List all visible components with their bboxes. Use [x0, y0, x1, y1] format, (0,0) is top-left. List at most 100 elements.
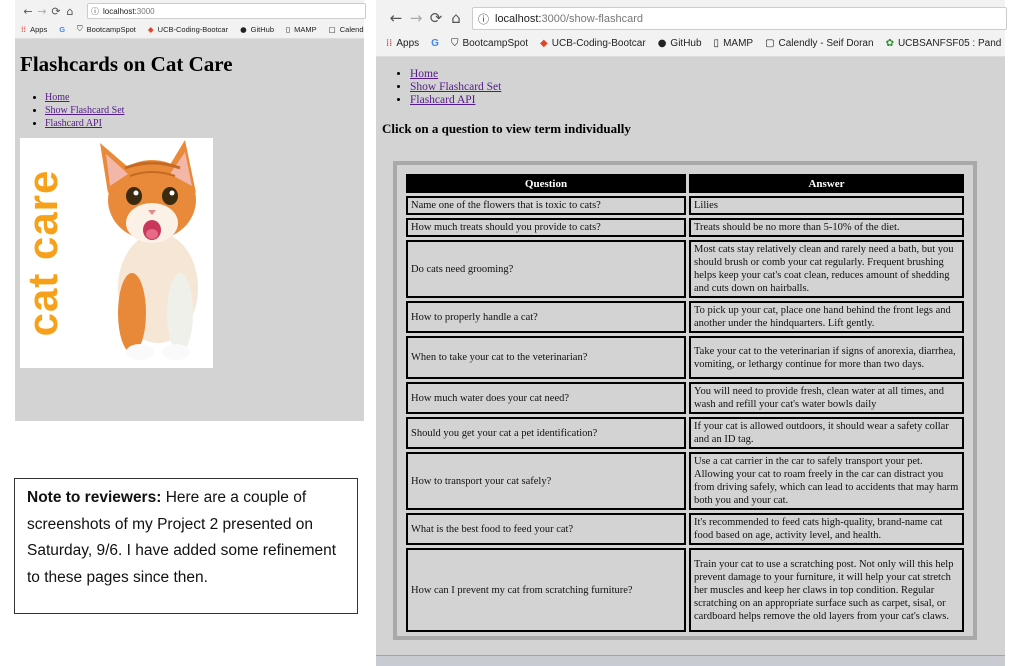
- nav-item-show-set: Show Flashcard Set: [45, 104, 124, 117]
- forward-icon[interactable]: →: [35, 5, 49, 18]
- left-toolbar: ← → ⟳ ⌂ ⓘ localhost: 3000 ⁞⁞ Apps G ⛉ Boot…: [15, 0, 366, 39]
- bookmark-google[interactable]: G: [431, 38, 439, 49]
- bookmark-mamp[interactable]: ▯ MAMP: [714, 38, 754, 49]
- apps-grid-icon: ⁞⁞: [386, 37, 393, 49]
- question-cell[interactable]: How much water does your cat need?: [406, 382, 686, 414]
- nav-item-api: Flashcard API: [410, 94, 501, 107]
- question-cell[interactable]: How to properly handle a cat?: [406, 301, 686, 333]
- github-icon: ●: [657, 37, 667, 49]
- url-host: localhost:: [103, 6, 137, 16]
- bookmark-gitlab[interactable]: ◆ UCB-Coding-Bootcar: [540, 38, 646, 49]
- info-icon: ⓘ: [478, 12, 489, 26]
- answer-cell: Use a cat carrier in the car to safely t…: [689, 452, 964, 510]
- bookmark-github[interactable]: ● GitHub: [658, 38, 702, 49]
- question-cell[interactable]: Should you get your cat a pet identifica…: [406, 417, 686, 449]
- shield-icon: ⛉: [450, 37, 459, 49]
- question-cell[interactable]: How can I prevent my cat from scratching…: [406, 548, 686, 632]
- nav-item-home: Home: [410, 68, 501, 81]
- nav-link-show-flashcard-set[interactable]: Show Flashcard Set: [410, 81, 501, 93]
- shield-icon: ⛉: [77, 24, 83, 33]
- bookmark-bootcampspot[interactable]: ⛉ BootcampSpot: [451, 38, 528, 49]
- cat-care-image: cat care: [20, 138, 213, 368]
- answer-cell: Train your cat to use a scratching post.…: [689, 548, 964, 632]
- github-icon: ●: [240, 24, 247, 34]
- nav-item-home: Home: [45, 91, 124, 104]
- table-row[interactable]: When to take your cat to the veterinaria…: [406, 336, 964, 379]
- answer-cell: Take your cat to the veterinarian if sig…: [689, 336, 964, 379]
- back-icon[interactable]: ←: [21, 5, 35, 18]
- bookmark-gitlab[interactable]: ◆ UCB-Coding-Bootcar: [148, 25, 228, 34]
- url-path: 3000/show-flashcard: [541, 12, 643, 25]
- home-icon[interactable]: ⌂: [63, 5, 77, 18]
- nav-link-home[interactable]: Home: [410, 68, 438, 80]
- bookmark-apps[interactable]: ⁞⁞ Apps: [386, 38, 419, 49]
- answer-cell: You will need to provide fresh, clean wa…: [689, 382, 964, 414]
- table-row[interactable]: How much water does your cat need? You wi…: [406, 382, 964, 414]
- question-cell[interactable]: What is the best food to feed your cat?: [406, 513, 686, 545]
- right-browser-window: ← → ⟳ ⌂ ⓘ localhost: 3000/show-flashcard…: [376, 0, 1007, 666]
- nav-link-home[interactable]: Home: [45, 92, 69, 103]
- question-cell[interactable]: When to take your cat to the veterinaria…: [406, 336, 686, 379]
- right-address-bar[interactable]: ⓘ localhost: 3000/show-flashcard: [472, 7, 1007, 30]
- answer-cell: Treats should be no more than 5-10% of t…: [689, 218, 964, 237]
- bookmark-mamp[interactable]: ▯ MAMP: [286, 25, 317, 34]
- gitlab-fox-icon: ◆: [147, 24, 154, 34]
- question-cell[interactable]: Name one of the flowers that is toxic to…: [406, 196, 686, 215]
- left-nav-list: Home Show Flashcard Set Flashcard API: [17, 91, 124, 130]
- table-row[interactable]: Should you get your cat a pet identifica…: [406, 417, 964, 449]
- nav-link-show-flashcard-set[interactable]: Show Flashcard Set: [45, 105, 124, 116]
- info-icon: ⓘ: [91, 6, 99, 16]
- table-row[interactable]: How to transport your cat safely? Use a c…: [406, 452, 964, 510]
- table-row[interactable]: How to properly handle a cat? To pick up …: [406, 301, 964, 333]
- flashcard-table-container: Question Answer Name one of the flowers …: [393, 161, 977, 640]
- reviewer-note-box: Note to reviewers: Here are a couple of …: [14, 478, 358, 614]
- taskbar-strip: [376, 655, 1005, 666]
- right-nav-list: Home Show Flashcard Set Flashcard API: [382, 68, 501, 107]
- home-icon[interactable]: ⌂: [446, 9, 466, 27]
- answer-cell: Most cats stay relatively clean and rare…: [689, 240, 964, 298]
- note-label: Note to reviewers:: [27, 489, 162, 506]
- question-cell[interactable]: How much treats should you provide to ca…: [406, 218, 686, 237]
- question-cell[interactable]: Do cats need grooming?: [406, 240, 686, 298]
- apps-grid-icon: ⁞⁞: [21, 24, 27, 34]
- forward-icon[interactable]: →: [406, 9, 426, 27]
- answer-cell: Lilies: [689, 196, 964, 215]
- bookmark-pandora[interactable]: ✿ UCBSANFSF05 : Pand: [886, 38, 1002, 49]
- table-row[interactable]: How much treats should you provide to ca…: [406, 218, 964, 237]
- question-cell[interactable]: How to transport your cat safely?: [406, 452, 686, 510]
- url-host: localhost:: [495, 12, 542, 25]
- left-page-heading: Flashcards on Cat Care: [20, 52, 233, 76]
- table-row[interactable]: How can I prevent my cat from scratching…: [406, 548, 964, 632]
- table-row[interactable]: Name one of the flowers that is toxic to…: [406, 196, 964, 215]
- page-icon: ▯: [713, 37, 720, 49]
- left-bookmarks-bar: ⁞⁞ Apps G ⛉ BootcampSpot ◆ UCB-Coding-Bootc…: [21, 22, 364, 36]
- reload-icon[interactable]: ⟳: [426, 9, 446, 27]
- nav-item-api: Flashcard API: [45, 117, 124, 130]
- nav-item-show-set: Show Flashcard Set: [410, 81, 501, 94]
- bookmark-bootcampspot[interactable]: ⛉ BootcampSpot: [77, 24, 136, 34]
- calendly-icon: ▢: [328, 24, 336, 34]
- table-header-row: Question Answer: [406, 174, 964, 193]
- answer-cell: It's recommended to feed cats high-quali…: [689, 513, 964, 545]
- reload-icon[interactable]: ⟳: [49, 5, 63, 18]
- bookmark-github[interactable]: ● GitHub: [240, 25, 274, 34]
- nav-link-flashcard-api[interactable]: Flashcard API: [45, 118, 102, 129]
- back-icon[interactable]: ←: [386, 9, 406, 27]
- left-browser-window: ← → ⟳ ⌂ ⓘ localhost: 3000 ⁞⁞ Apps G ⛉ Boot…: [15, 0, 366, 421]
- gitlab-fox-icon: ◆: [540, 37, 548, 49]
- page-icon: ▯: [286, 24, 291, 34]
- table-row[interactable]: Do cats need grooming? Most cats stay rel…: [406, 240, 964, 298]
- bookmark-calendly[interactable]: ▢Calendly -: [329, 25, 364, 34]
- bookmark-google[interactable]: G: [59, 25, 65, 34]
- answer-cell: To pick up your cat, place one hand behi…: [689, 301, 964, 333]
- flashcard-table: Question Answer Name one of the flowers …: [403, 171, 967, 635]
- column-header-question: Question: [406, 174, 686, 193]
- column-header-answer: Answer: [689, 174, 964, 193]
- cat-care-vertical-text: cat care: [20, 169, 66, 337]
- left-address-bar[interactable]: ⓘ localhost: 3000: [87, 3, 366, 19]
- table-row[interactable]: What is the best food to feed your cat? I…: [406, 513, 964, 545]
- right-bookmarks-bar: ⁞⁞ Apps G ⛉ BootcampSpot ◆ UCB-Coding-Bootc…: [386, 35, 1005, 51]
- bookmark-apps[interactable]: ⁞⁞ Apps: [21, 25, 47, 34]
- nav-link-flashcard-api[interactable]: Flashcard API: [410, 94, 475, 106]
- bookmark-calendly[interactable]: ▢ Calendly - Seif Doran: [765, 38, 874, 49]
